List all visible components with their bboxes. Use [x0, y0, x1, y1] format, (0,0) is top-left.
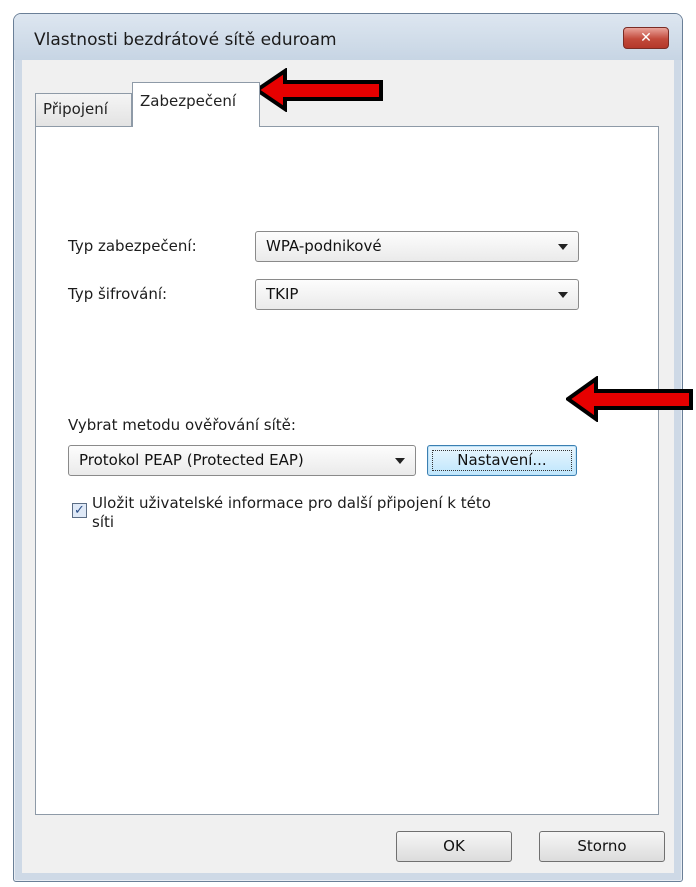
- auth-method-label: Vybrat metodu ověřování sítě:: [68, 416, 296, 434]
- encryption-type-label: Typ šifrování:: [68, 285, 168, 303]
- close-button[interactable]: ✕: [623, 27, 669, 49]
- security-type-value: WPA-podnikové: [266, 237, 382, 255]
- dialog-client-area: Připojení Zabezpečení Typ zabezpečení: W…: [22, 60, 674, 873]
- remember-credentials-label-line1[interactable]: Uložit uživatelské informace pro další p…: [92, 494, 491, 512]
- auth-method-select[interactable]: Protokol PEAP (Protected EAP): [68, 445, 416, 476]
- tab-security[interactable]: Zabezpečení: [132, 82, 260, 127]
- checkmark-icon: ✓: [74, 503, 85, 518]
- annotation-arrow-settings: [566, 376, 693, 422]
- security-type-select[interactable]: WPA-podnikové: [255, 231, 579, 262]
- settings-button[interactable]: Nastavení...: [427, 445, 577, 476]
- tab-connection[interactable]: Připojení: [35, 93, 132, 126]
- security-tab-panel: Typ zabezpečení: WPA-podnikové Typ šifro…: [35, 126, 659, 815]
- dropdown-arrow-icon: [558, 292, 568, 298]
- dropdown-arrow-icon: [395, 458, 405, 464]
- annotation-arrow-tab: [255, 68, 383, 112]
- ok-button[interactable]: OK: [396, 831, 512, 862]
- dropdown-arrow-icon: [558, 244, 568, 250]
- encryption-type-value: TKIP: [266, 285, 299, 303]
- encryption-type-select[interactable]: TKIP: [255, 279, 579, 310]
- properties-dialog: Vlastnosti bezdrátové sítě eduroam ✕ Při…: [13, 13, 683, 882]
- remember-credentials-checkbox[interactable]: ✓: [72, 503, 87, 518]
- focus-ring: [432, 450, 572, 471]
- remember-credentials-label-line2[interactable]: síti: [92, 513, 114, 531]
- window-title: Vlastnosti bezdrátové sítě eduroam: [34, 30, 337, 50]
- security-type-label: Typ zabezpečení:: [68, 237, 197, 255]
- auth-method-value: Protokol PEAP (Protected EAP): [79, 451, 304, 469]
- cancel-button[interactable]: Storno: [539, 831, 665, 862]
- title-bar[interactable]: Vlastnosti bezdrátové sítě eduroam ✕: [14, 14, 682, 60]
